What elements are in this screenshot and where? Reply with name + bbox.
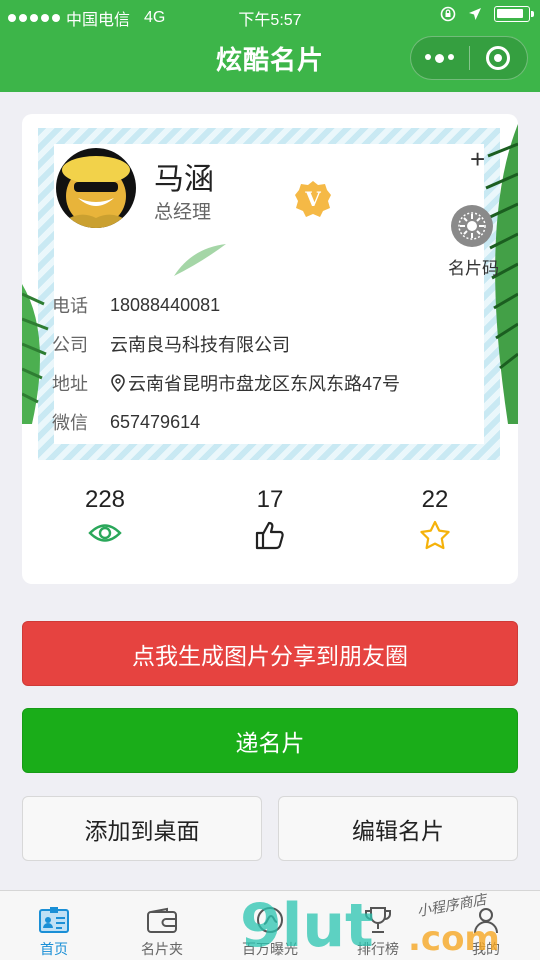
send-card-button[interactable]: 递名片 bbox=[22, 708, 518, 773]
phone-key: 电话 bbox=[52, 296, 88, 316]
rotation-lock-icon bbox=[440, 6, 456, 22]
tab-ranking-label: 排行榜 bbox=[357, 941, 399, 957]
verified-badge-label: V bbox=[304, 187, 321, 211]
company-value: 云南良马科技有限公司 bbox=[110, 335, 290, 355]
exposure-icon bbox=[257, 907, 283, 933]
eye-icon bbox=[88, 524, 122, 542]
tab-card-holder[interactable]: 名片夹 bbox=[108, 891, 216, 960]
company-key: 公司 bbox=[52, 335, 88, 355]
company-row: 公司 云南良马科技有限公司 bbox=[52, 331, 290, 357]
add-icon[interactable]: + bbox=[470, 146, 485, 172]
tab-home-label: 首页 bbox=[40, 941, 68, 957]
tab-bar: 首页 名片夹 百万曝光 排行榜 我的 bbox=[0, 890, 540, 960]
tab-exposure-label: 百万曝光 bbox=[242, 941, 298, 957]
card-name: 马涵 bbox=[154, 163, 214, 196]
user-icon bbox=[474, 908, 498, 934]
tab-exposure[interactable]: 百万曝光 bbox=[216, 891, 324, 960]
add-to-desktop-button[interactable]: 添加到桌面 bbox=[22, 796, 262, 861]
card-icon bbox=[39, 907, 69, 933]
tab-mine-label: 我的 bbox=[472, 941, 500, 957]
tab-home[interactable]: 首页 bbox=[0, 891, 108, 960]
wechat-value: 657479614 bbox=[110, 411, 201, 432]
edit-card-button[interactable]: 编辑名片 bbox=[278, 796, 518, 861]
mini-program-capsule bbox=[410, 36, 528, 80]
likes-stat[interactable]: 17 bbox=[220, 486, 320, 555]
wechat-row[interactable]: 微信 657479614 bbox=[52, 409, 200, 435]
address-key: 地址 bbox=[52, 374, 88, 394]
more-menu-button[interactable] bbox=[411, 53, 469, 63]
status-bar: 中国电信 4G 下午5:57 bbox=[0, 0, 540, 30]
card-stats: 228 17 22 bbox=[22, 486, 518, 566]
top-bar: 中国电信 4G 下午5:57 炫酷名片 bbox=[0, 0, 540, 92]
thumbs-up-icon bbox=[255, 521, 284, 550]
trophy-icon bbox=[365, 907, 391, 933]
verified-badge-icon: V bbox=[295, 181, 331, 217]
avatar[interactable] bbox=[56, 148, 136, 228]
views-stat: 228 bbox=[55, 486, 155, 551]
tab-mine[interactable]: 我的 bbox=[432, 891, 540, 960]
card-job-title: 总经理 bbox=[154, 202, 212, 223]
wallet-icon bbox=[147, 907, 177, 933]
qr-code-button[interactable] bbox=[451, 205, 493, 247]
battery-icon bbox=[494, 6, 534, 22]
phone-value: 18088440081 bbox=[110, 294, 221, 315]
close-mini-program-button[interactable] bbox=[469, 46, 527, 70]
tab-ranking[interactable]: 排行榜 bbox=[324, 891, 432, 960]
tab-card-holder-label: 名片夹 bbox=[141, 941, 183, 957]
favorites-stat[interactable]: 22 bbox=[385, 486, 485, 555]
address-value: 云南省昆明市盘龙区东风东路47号 bbox=[128, 374, 401, 394]
qr-code-label: 名片码 bbox=[448, 259, 499, 278]
likes-count: 17 bbox=[256, 486, 284, 513]
wechat-key: 微信 bbox=[52, 413, 88, 433]
qr-code-icon bbox=[458, 212, 486, 240]
location-pin-icon bbox=[111, 374, 125, 392]
favorites-count: 22 bbox=[421, 486, 449, 513]
views-count: 228 bbox=[84, 486, 126, 513]
share-to-moments-button[interactable]: 点我生成图片分享到朋友圈 bbox=[22, 621, 518, 686]
location-icon bbox=[469, 8, 481, 20]
address-row[interactable]: 地址 云南省昆明市盘龙区东风东路47号 bbox=[52, 370, 400, 396]
phone-row[interactable]: 电话 18088440081 bbox=[52, 292, 220, 318]
star-icon bbox=[420, 520, 450, 550]
leaf-decoration-middle bbox=[174, 244, 226, 276]
